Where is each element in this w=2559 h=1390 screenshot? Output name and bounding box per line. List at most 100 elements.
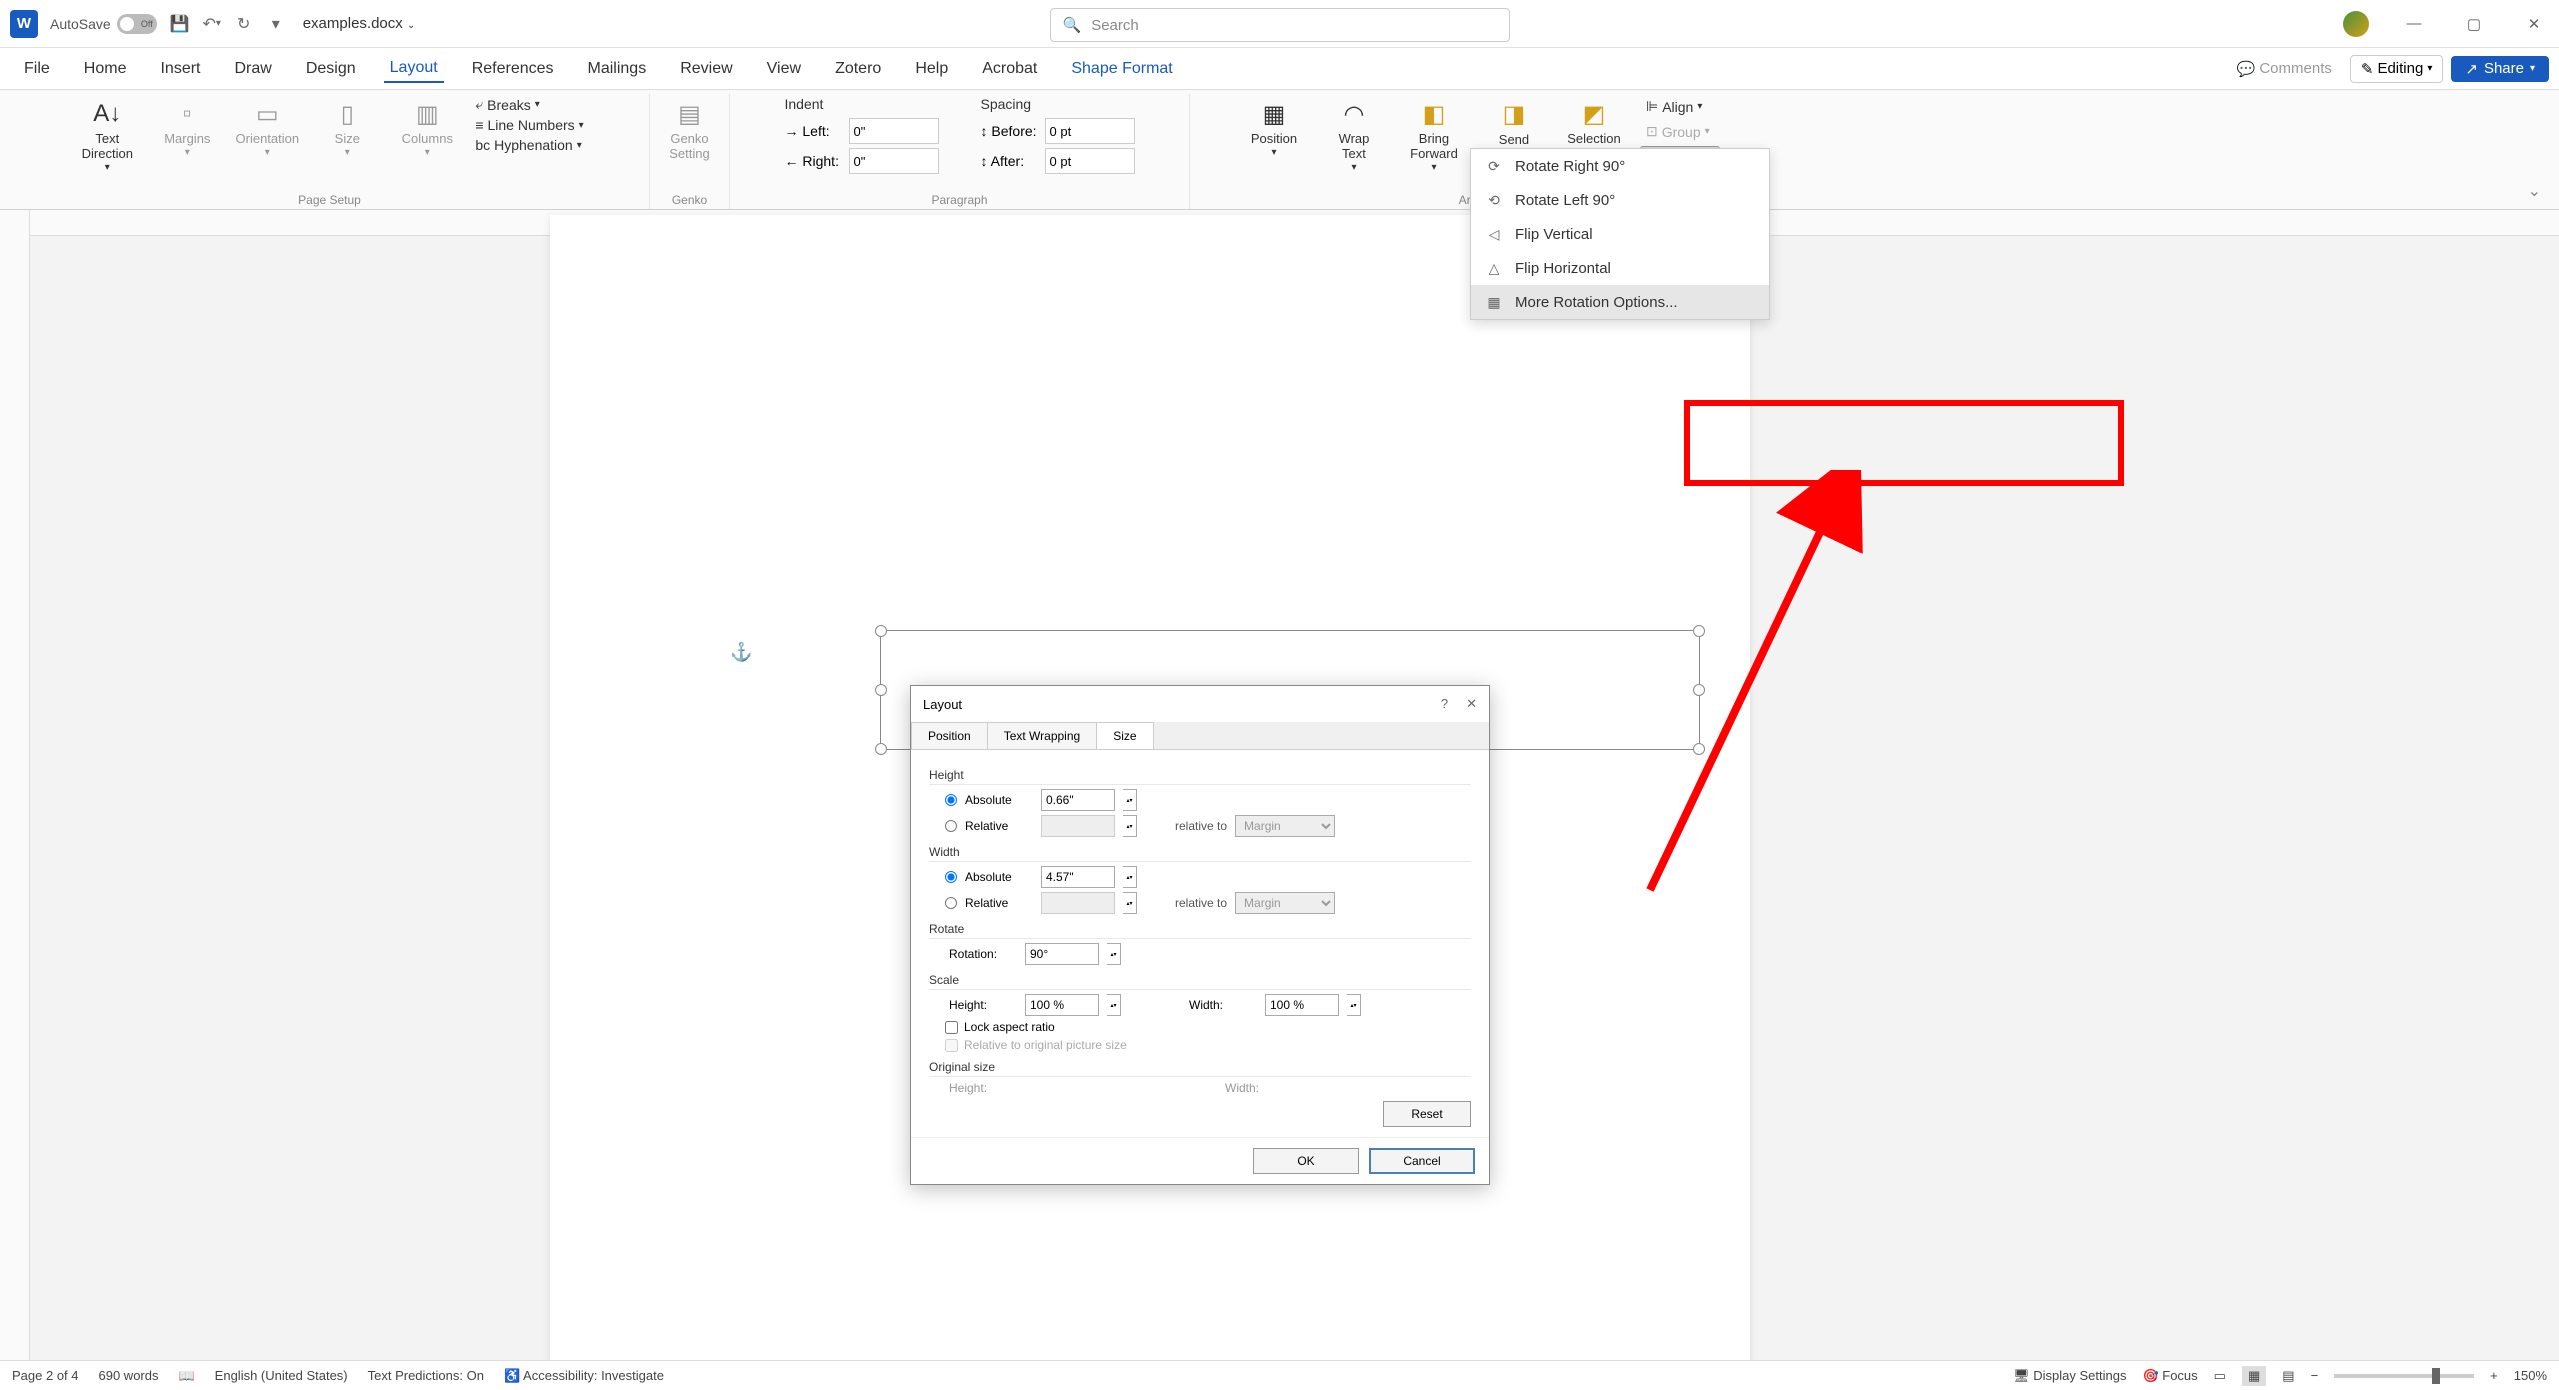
layout-dialog: Layout ? ✕ Position Text Wrapping Size H…	[910, 685, 1490, 1185]
genko-button[interactable]: ▤Genko Setting	[652, 94, 728, 182]
hyphenation-button[interactable]: bc Hyphenation ▾	[475, 137, 583, 153]
flip-vertical[interactable]: ◁Flip Vertical	[1471, 217, 1769, 251]
text-direction-button[interactable]: A↓Text Direction▾	[69, 94, 145, 182]
indent-left-input[interactable]	[849, 118, 939, 144]
tab-draw[interactable]: Draw	[228, 56, 277, 82]
tab-mailings[interactable]: Mailings	[582, 56, 653, 82]
zoom-slider[interactable]	[2334, 1374, 2474, 1378]
text-predictions[interactable]: Text Predictions: On	[368, 1368, 484, 1383]
section-width: Width	[929, 845, 1471, 862]
group-button[interactable]: ⊡ Group ▾	[1640, 121, 1720, 142]
tab-references[interactable]: References	[466, 56, 560, 82]
lock-aspect-checkbox[interactable]	[945, 1021, 958, 1034]
ribbon: A↓Text Direction▾ ▫Margins▾ ▭Orientation…	[0, 90, 2559, 210]
zoom-level[interactable]: 150%	[2514, 1368, 2547, 1383]
page-indicator[interactable]: Page 2 of 4	[12, 1368, 79, 1383]
reset-button[interactable]: Reset	[1383, 1101, 1471, 1127]
read-mode-icon[interactable]: ▭	[2214, 1368, 2226, 1384]
bring-forward-button[interactable]: ◧Bring Forward▾	[1396, 94, 1472, 182]
rotate-left-90[interactable]: ⟲Rotate Left 90°	[1471, 183, 1769, 217]
spellcheck-icon[interactable]: 📖	[178, 1368, 194, 1384]
tab-home[interactable]: Home	[78, 56, 133, 82]
margins-button[interactable]: ▫Margins▾	[149, 94, 225, 182]
cancel-button[interactable]: Cancel	[1369, 1148, 1475, 1174]
document-name[interactable]: examples.docx ⌄	[303, 15, 416, 32]
height-relative-radio[interactable]	[945, 820, 957, 832]
width-relative-radio[interactable]	[945, 897, 957, 909]
minimize-button[interactable]: —	[2399, 9, 2429, 39]
height-absolute-radio[interactable]	[945, 794, 957, 806]
spacing-before-input[interactable]	[1045, 118, 1135, 144]
more-rotation-options[interactable]: ▦More Rotation Options...	[1471, 285, 1769, 319]
accessibility-check[interactable]: ♿ Accessibility: Investigate	[504, 1368, 664, 1384]
width-absolute-input[interactable]	[1041, 866, 1115, 888]
wrap-text-button[interactable]: ◠Wrap Text▾	[1316, 94, 1392, 182]
relative-original-checkbox	[945, 1039, 958, 1052]
dialog-title: Layout	[923, 697, 962, 712]
redo-icon[interactable]: ↻	[235, 15, 253, 33]
height-absolute-input[interactable]	[1041, 789, 1115, 811]
group-label: Page Setup	[10, 193, 649, 207]
flip-horizontal[interactable]: △Flip Horizontal	[1471, 251, 1769, 285]
dialog-tab-textwrap[interactable]: Text Wrapping	[987, 722, 1097, 749]
titlebar: W AutoSave Off 💾 ↶▾ ↻ ▾ examples.docx ⌄ …	[0, 0, 2559, 48]
width-absolute-radio[interactable]	[945, 871, 957, 883]
orientation-button[interactable]: ▭Orientation▾	[229, 94, 305, 182]
autosave-toggle[interactable]: AutoSave Off	[50, 14, 157, 34]
indent-right-input[interactable]	[849, 148, 939, 174]
window-controls: — ▢ ✕	[2343, 9, 2549, 39]
tab-design[interactable]: Design	[300, 56, 362, 82]
tab-layout[interactable]: Layout	[384, 55, 444, 83]
editing-button[interactable]: ✎ Editing ▾	[2350, 55, 2443, 83]
tab-help[interactable]: Help	[909, 56, 954, 82]
dialog-tab-size[interactable]: Size	[1096, 722, 1153, 749]
tab-review[interactable]: Review	[674, 56, 738, 82]
display-settings[interactable]: 🖥 Display Settings	[2013, 1368, 2126, 1384]
rotate-right-90[interactable]: ⟳Rotate Right 90°	[1471, 149, 1769, 183]
zoom-in-icon[interactable]: +	[2490, 1368, 2498, 1383]
position-button[interactable]: ▦Position▾	[1236, 94, 1312, 182]
ribbon-tabs: File Home Insert Draw Design Layout Refe…	[0, 48, 2559, 90]
maximize-button[interactable]: ▢	[2459, 9, 2489, 39]
rotation-input[interactable]	[1025, 943, 1099, 965]
tab-zotero[interactable]: Zotero	[829, 56, 887, 82]
rotate-left-icon: ⟲	[1485, 191, 1503, 209]
autosave-pill[interactable]: Off	[117, 14, 157, 34]
dialog-tab-position[interactable]: Position	[911, 722, 988, 749]
scale-height-input[interactable]	[1025, 994, 1099, 1016]
print-layout-icon[interactable]: ▦	[2242, 1366, 2266, 1386]
ok-button[interactable]: OK	[1253, 1148, 1359, 1174]
line-numbers-button[interactable]: ≡ Line Numbers ▾	[475, 117, 583, 133]
size-button[interactable]: ▯Size▾	[309, 94, 385, 182]
undo-icon[interactable]: ↶▾	[203, 15, 221, 33]
language-indicator[interactable]: English (United States)	[215, 1368, 348, 1383]
focus-mode[interactable]: 🎯 Focus	[2142, 1368, 2197, 1384]
collapse-ribbon-icon[interactable]: ⌄	[2528, 181, 2541, 201]
zoom-out-icon[interactable]: −	[2311, 1368, 2319, 1383]
spacing-after-input[interactable]	[1045, 148, 1135, 174]
dialog-help-icon[interactable]: ?	[1441, 696, 1448, 712]
align-button[interactable]: ⊫ Align ▾	[1640, 96, 1720, 117]
share-button[interactable]: ↗ Share ▾	[2451, 56, 2549, 82]
tab-insert[interactable]: Insert	[154, 56, 206, 82]
tab-acrobat[interactable]: Acrobat	[976, 56, 1043, 82]
statusbar: Page 2 of 4 690 words 📖 English (United …	[0, 1360, 2559, 1390]
search-input[interactable]: 🔍 Search	[1050, 8, 1510, 42]
user-avatar[interactable]	[2343, 11, 2369, 37]
comments-button[interactable]: 💬 Comments	[2227, 56, 2342, 82]
word-count[interactable]: 690 words	[99, 1368, 159, 1383]
web-layout-icon[interactable]: ▤	[2282, 1368, 2294, 1384]
dialog-close-icon[interactable]: ✕	[1466, 696, 1477, 712]
tab-shape-format[interactable]: Shape Format	[1065, 56, 1178, 82]
vertical-ruler[interactable]	[0, 210, 30, 1360]
tab-view[interactable]: View	[761, 56, 807, 82]
document-body[interactable]: 1234 ⚓ Layout ? ✕ Position Text Wrapping	[30, 210, 2559, 1360]
group-genko: ▤Genko Setting Genko	[650, 94, 730, 209]
columns-button[interactable]: ▥Columns▾	[389, 94, 465, 182]
scale-width-input[interactable]	[1265, 994, 1339, 1016]
qat-customize-icon[interactable]: ▾	[267, 15, 285, 33]
close-button[interactable]: ✕	[2519, 9, 2549, 39]
breaks-button[interactable]: ⤶ Breaks ▾	[475, 96, 583, 113]
tab-file[interactable]: File	[18, 56, 56, 82]
save-icon[interactable]: 💾	[171, 15, 189, 33]
